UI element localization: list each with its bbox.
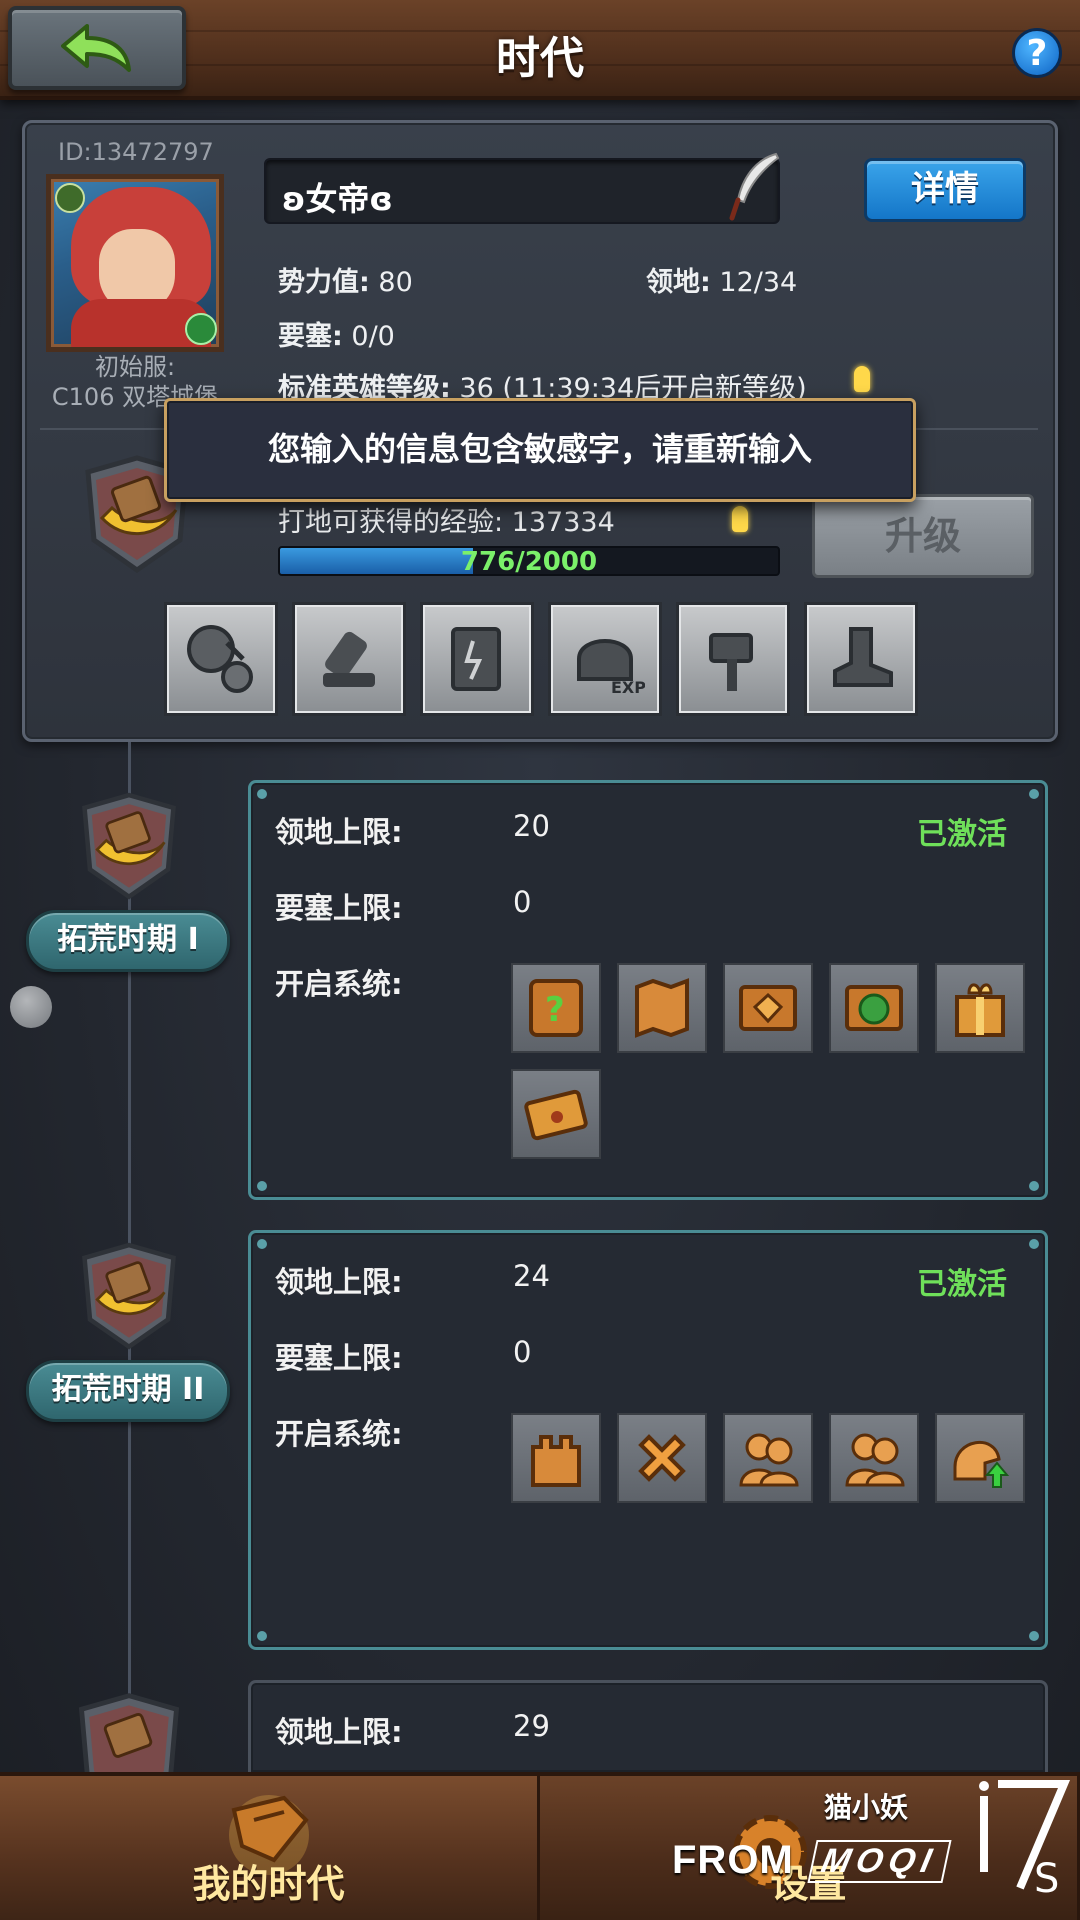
refresh-icon[interactable] <box>185 313 217 345</box>
territory-limit-label: 领地上限: <box>275 815 403 849</box>
fortress-limit-label: 要塞上限: <box>275 1341 403 1375</box>
card-pin <box>257 1181 267 1191</box>
power-value: 80 <box>378 267 413 298</box>
player-id: ID:13472797 <box>58 138 214 166</box>
helmet-upgrade-icon[interactable] <box>935 1413 1025 1503</box>
spellbook-icon[interactable] <box>420 602 534 716</box>
unlock-systems-label: 开启系统: <box>275 967 403 1001</box>
heroes-pair-icon[interactable] <box>829 1413 919 1503</box>
unlock-icon-grid: ? <box>511 963 1041 1159</box>
gem-scroll-icon[interactable] <box>723 963 813 1053</box>
era-card-2: 领地上限: 24 已激活 要塞上限: 0 开启系统: <box>248 1230 1048 1650</box>
detail-button[interactable]: 详情 <box>864 158 1026 222</box>
scroll-indicator[interactable] <box>10 986 52 1028</box>
envelope-icon[interactable] <box>511 1069 601 1159</box>
svg-text:?: ? <box>545 990 565 1030</box>
horn-emblem-icon <box>82 1242 176 1350</box>
hint-bulb-icon[interactable] <box>732 506 748 532</box>
card-pin <box>1029 1631 1039 1641</box>
card-pin <box>1029 1181 1039 1191</box>
hint-bulb-icon[interactable] <box>854 366 870 392</box>
upgrade-button[interactable]: 升级 <box>812 494 1034 578</box>
card-pin <box>257 1631 267 1641</box>
fortress-limit-label: 要塞上限: <box>275 891 403 925</box>
boot-icon[interactable] <box>804 602 918 716</box>
cannon-icon[interactable] <box>292 602 406 716</box>
era-card-3: 领地上限: 29 <box>248 1680 1048 1772</box>
unlock-systems-label: 开启系统: <box>275 1417 403 1451</box>
fortress-value: 0/0 <box>351 321 395 352</box>
svg-text:S: S <box>1034 1856 1059 1898</box>
tab-my-era-label: 我的时代 <box>192 1862 345 1906</box>
helmet-exp-icon[interactable]: EXP <box>548 602 662 716</box>
power-stat: 势力值: 80 <box>278 260 413 299</box>
server-line-1: 初始服: <box>94 353 176 381</box>
cross-icon[interactable] <box>617 1413 707 1503</box>
card-pin <box>1029 789 1039 799</box>
heroes-icon[interactable] <box>723 1413 813 1503</box>
progress-label: 776/2000 <box>460 547 598 576</box>
exp-text: 打地可获得的经验: 137334 <box>278 507 615 538</box>
fortress-stat: 要塞: 0/0 <box>278 314 395 353</box>
card-pin <box>1029 1239 1039 1249</box>
system-icon-row: EXP <box>164 602 918 716</box>
top-bar: 时代 ? <box>0 0 1080 100</box>
territory-stat: 领地: 12/34 <box>646 260 797 299</box>
page-title: 时代 <box>496 33 584 84</box>
territory-label: 领地: <box>646 267 711 298</box>
unlock-icon-grid <box>511 1413 1041 1503</box>
avatar[interactable] <box>46 174 224 352</box>
power-label: 势力值: <box>278 267 370 298</box>
fortress-icon[interactable] <box>511 1413 601 1503</box>
status-badge: 已激活 <box>917 1267 1007 1302</box>
gift-box-icon[interactable] <box>935 963 1025 1053</box>
i7s-logo: S <box>979 1780 1071 1898</box>
guild-badge-icon <box>55 183 85 213</box>
hammer-icon[interactable] <box>676 602 790 716</box>
quest-scroll-icon[interactable]: ? <box>511 963 601 1053</box>
watermark-author: 猫小妖 <box>824 1791 909 1824</box>
territory-limit-value: 24 <box>513 1259 550 1293</box>
era-card-1: 领地上限: 20 已激活 要塞上限: 0 开启系统: ? <box>248 780 1048 1200</box>
fortress-label: 要塞: <box>278 321 343 352</box>
card-pin <box>257 789 267 799</box>
quill-icon[interactable] <box>724 150 784 224</box>
territory-limit-label: 领地上限: <box>275 1715 403 1749</box>
status-badge: 已激活 <box>917 817 1007 852</box>
horn-emblem-icon <box>82 792 176 900</box>
fortress-limit-value: 0 <box>513 885 532 919</box>
money-bag-icon[interactable] <box>829 963 919 1053</box>
era-tag-1[interactable]: 拓荒时期 I <box>26 910 230 972</box>
territory-value: 12/34 <box>719 267 798 298</box>
era-tag-2[interactable]: 拓荒时期 II <box>26 1360 230 1422</box>
fortress-limit-value: 0 <box>513 1335 532 1369</box>
horn-emblem-icon <box>78 1693 180 1772</box>
territory-limit-label: 领地上限: <box>275 1265 403 1299</box>
exp-progress-bar: 776/2000 <box>278 546 780 576</box>
map-icon[interactable] <box>617 963 707 1053</box>
svg-text:EXP: EXP <box>611 678 645 697</box>
watermark-brand: MOQI <box>807 1840 952 1883</box>
error-toast: 您输入的信息包含敏感字，请重新输入 <box>164 398 916 502</box>
territory-limit-value: 29 <box>513 1709 550 1743</box>
help-button[interactable]: ? <box>1012 28 1062 78</box>
watermark-from: FROM <box>672 1838 794 1882</box>
tab-my-era[interactable]: 我的时代 <box>0 1772 540 1920</box>
coin-exchange-icon[interactable] <box>164 602 278 716</box>
card-pin <box>257 1239 267 1249</box>
name-input[interactable]: ʚ女帝ɞ <box>264 158 780 224</box>
territory-limit-value: 20 <box>513 809 550 843</box>
